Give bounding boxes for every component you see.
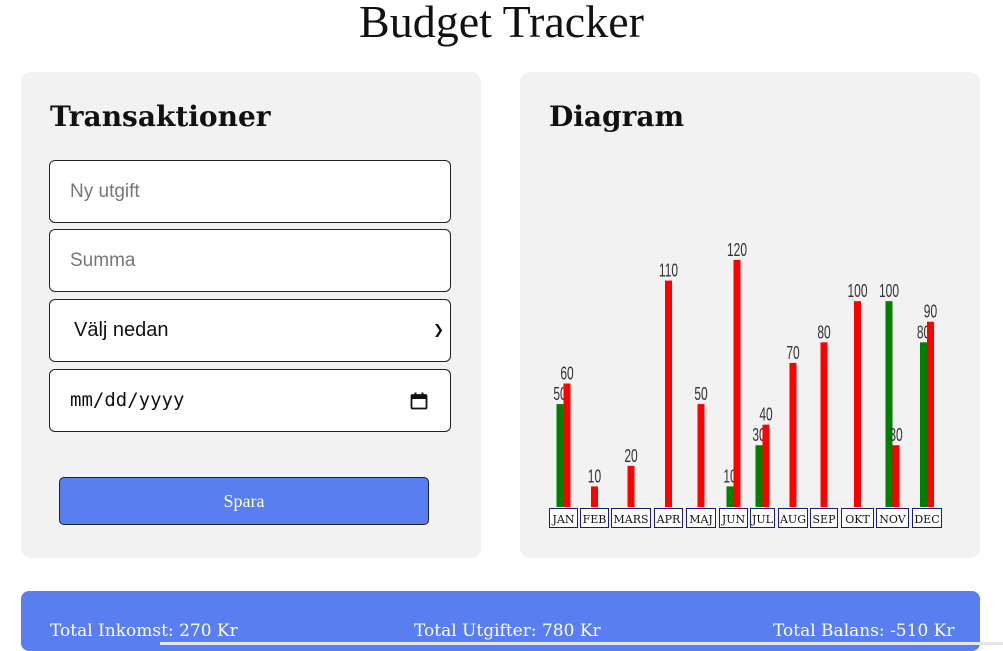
data-label-red-jun: 120 (727, 241, 747, 261)
bar-red-mars (627, 465, 635, 507)
bar-red-feb (591, 486, 598, 507)
bar-red-nov (892, 445, 900, 507)
tick-label-sep: SEP (813, 513, 837, 526)
tick-label-dec: DEC (914, 513, 939, 526)
data-label-red-sep: 80 (817, 323, 831, 343)
bar-red-jun (733, 260, 741, 507)
bar-red-maj (697, 404, 705, 507)
data-label-red-jul: 40 (759, 405, 773, 425)
bar-red-dec (927, 321, 934, 507)
tick-label-maj: MAJ (689, 513, 713, 526)
total-expenses: Total Utgifter: 780 Kr (414, 621, 601, 641)
tick-label-apr: APR (656, 513, 681, 526)
data-label-red-jan: 60 (560, 364, 574, 384)
data-label-red-dec: 90 (924, 302, 938, 322)
save-button[interactable]: Spara (59, 477, 429, 525)
date-value: mm/dd/yyyy (70, 389, 185, 411)
tick-label-aug: AUG (779, 513, 806, 526)
tick-label-nov: NOV (879, 513, 906, 526)
expense-field[interactable] (49, 160, 451, 223)
category-select-value: Välj nedan (74, 319, 169, 341)
data-label-red-maj: 50 (694, 385, 708, 405)
tick-label-feb: FEB (583, 513, 607, 526)
bar-green-jan (556, 404, 564, 507)
bar-green-dec (920, 342, 927, 507)
budget-chart: JAN5060FEB10MARS20APR110MAJ50JUN10120JUL… (549, 241, 942, 528)
amount-field[interactable] (49, 229, 451, 292)
transactions-title: Transaktioner (50, 100, 271, 133)
data-label-green-nov: 100 (879, 282, 899, 302)
bar-red-sep (820, 342, 828, 507)
data-label-red-apr: 110 (659, 261, 678, 281)
date-field[interactable]: mm/dd/yyyy (49, 369, 451, 432)
bar-green-nov (885, 301, 893, 507)
bar-green-jun (726, 486, 734, 507)
tick-label-jun: JUN (721, 513, 746, 526)
total-income: Total Inkomst: 270 Kr (50, 621, 238, 641)
transactions-panel: Transaktioner Välj nedan ❯ mm/dd/yyyy Sp… (21, 72, 481, 558)
tick-label-jul: JUL (751, 513, 774, 526)
calendar-icon[interactable] (410, 392, 428, 410)
bar-red-okt (854, 301, 861, 507)
diagram-panel: Diagram JAN 50 60 FEB 10 MARS 20 APR 110 MAJ 50 JUN… (520, 72, 980, 558)
bar-green-jul (755, 445, 763, 507)
category-select[interactable]: Välj nedan ❯ (49, 299, 451, 362)
chevron-down-icon: ❯ (433, 323, 444, 338)
bar-red-aug (789, 362, 797, 507)
data-label-red-nov: 30 (889, 426, 903, 446)
data-label-red-mars: 20 (624, 446, 638, 466)
amount-input[interactable] (50, 230, 450, 291)
bar-red-jul (762, 424, 770, 507)
total-balance: Total Balans: -510 Kr (773, 621, 955, 641)
data-label-red-okt: 100 (847, 282, 867, 302)
page-title: Budget Tracker (359, 0, 644, 47)
tick-label-okt: OKT (845, 513, 870, 526)
data-label-red-aug: 70 (786, 343, 800, 363)
bar-red-apr (665, 280, 672, 507)
tick-label-jan: JAN (552, 513, 575, 526)
data-label-red-feb: 10 (588, 467, 602, 487)
tick-label-mars: MARS (613, 513, 648, 526)
expense-input[interactable] (50, 161, 450, 222)
bar-red-jan (563, 383, 571, 507)
